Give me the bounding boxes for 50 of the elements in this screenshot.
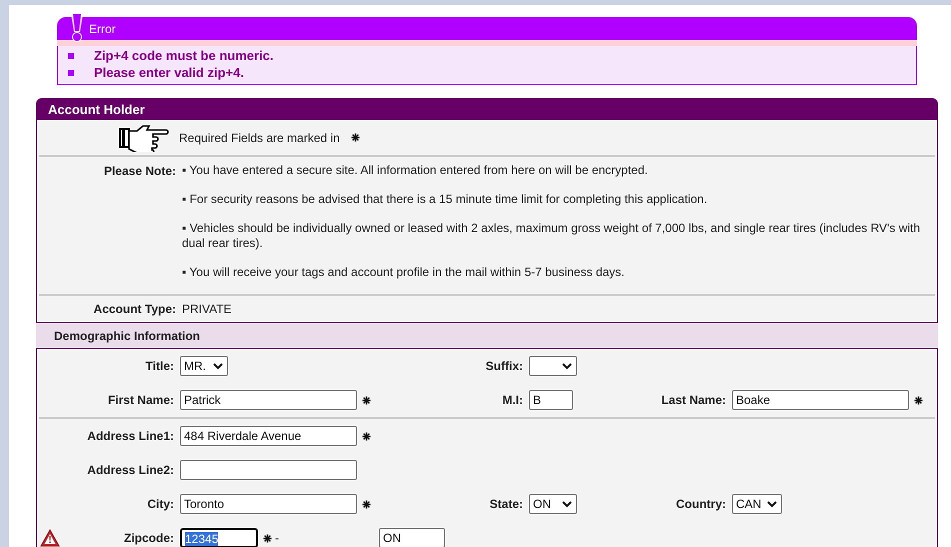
error-message: Please enter valid zip+4. [94,65,244,80]
note-text: ▪ You have entered a secure site. All information entered from here on will be encrypted. [182,163,649,178]
text-field[interactable]: Boake [732,390,909,410]
pointing-hand-icon [119,124,171,152]
field-label: Address Line2: [87,463,174,477]
field-label: Account Type: [94,302,176,316]
field-label: City: [147,497,174,511]
text-field[interactable]: 12345 [180,528,258,547]
asterisk-icon [362,500,371,508]
field-label: Zipcode: [124,531,174,545]
field-label: Please Note: [104,164,176,178]
chevron-down-icon [562,500,572,508]
asterisk-icon [362,396,371,404]
bullet-icon [68,70,74,76]
section-header: Demographic Information [36,322,938,349]
error-title: Error [89,22,116,36]
field-label: Suffix: [486,359,523,373]
note-text: ▪ For security reasons be advised that there is a 15 minute time limit for completing this application. [182,192,708,207]
asterisk-icon [350,133,360,142]
text-field[interactable]: Toronto [180,494,357,514]
field-label: Title: [146,359,174,373]
note-text: ▪ Vehicles should be individually owned or leased with 2 axles, maximum gross weight of 7,000 lbs, and single rear tires (includes RV's with dual rear tires). [182,221,922,251]
text-field[interactable]: 484 Riverdale Avenue [180,426,357,446]
field-label: Last Name: [661,393,726,407]
dropdown[interactable]: CAN [732,494,782,514]
required-note: Required Fields are marked in [179,130,340,144]
error-message: Zip+4 code must be numeric. [94,48,274,63]
field-label: State: [490,497,523,511]
asterisk-icon [914,396,923,404]
field-label: Country: [676,497,726,511]
note-text: ▪ You will receive your tags and account profile in the mail within 5-7 business days. [182,265,626,280]
text-field[interactable]: Patrick [180,390,357,410]
field-label: M.I: [502,393,523,407]
bullet-icon [68,52,74,58]
chevron-down-icon [767,500,778,508]
account-type-value: PRIVATE [182,302,232,316]
separator: - [275,531,279,545]
text-field[interactable]: ON [379,528,445,547]
panel-title: Account Holder [36,98,938,120]
text-field[interactable] [180,460,357,480]
field-label: First Name: [108,393,174,407]
asterisk-icon [362,432,371,440]
dropdown[interactable] [529,356,577,376]
chevron-down-icon [562,362,572,370]
asterisk-icon [263,534,272,542]
chevron-down-icon [213,362,223,370]
text-field[interactable]: B [529,390,573,410]
dropdown[interactable]: MR. [180,356,228,376]
field-label: Address Line1: [87,429,174,443]
dropdown[interactable]: ON [529,494,577,514]
